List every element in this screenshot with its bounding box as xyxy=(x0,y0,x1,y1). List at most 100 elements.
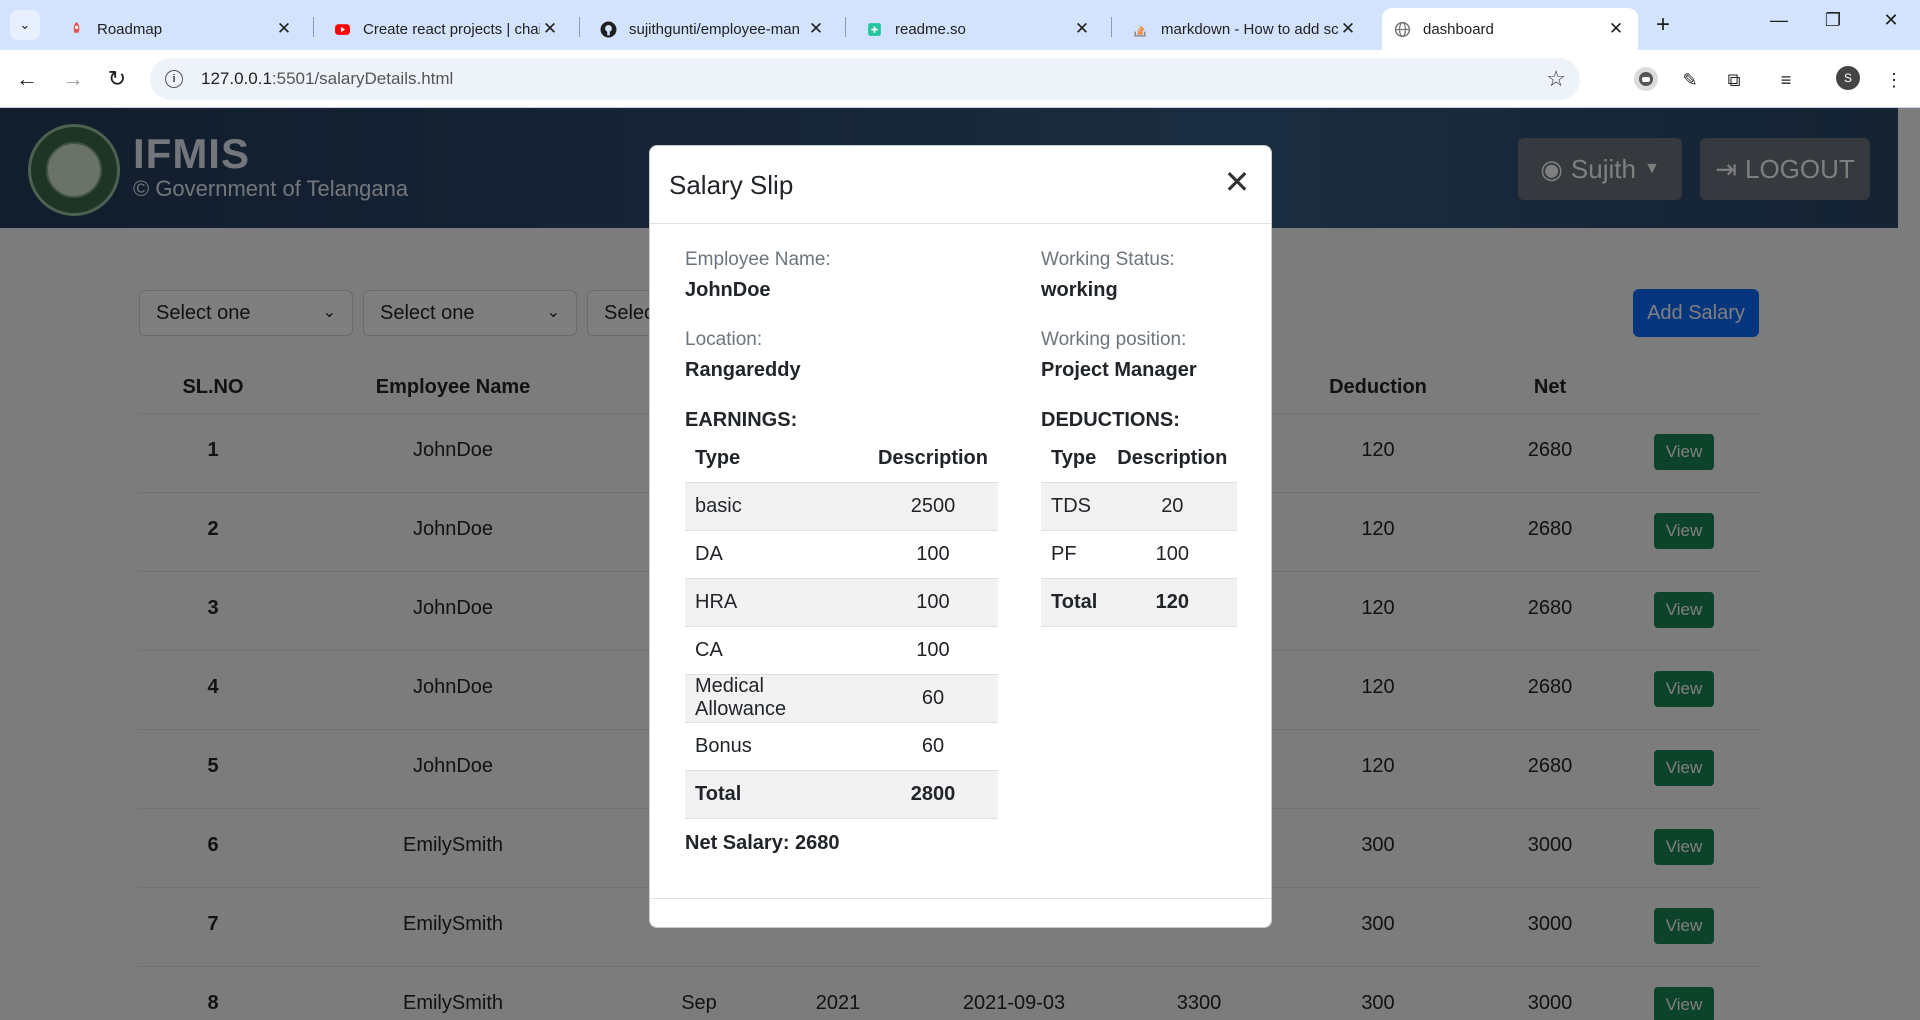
slip-total-amount: 2800 xyxy=(867,770,998,819)
plus-icon: + xyxy=(1655,11,1670,38)
slip-amount: 2500 xyxy=(867,482,998,531)
slip-amount: 20 xyxy=(1107,482,1238,531)
tab-title: Create react projects | chai xyxy=(363,20,540,38)
working-status-label: Working Status: xyxy=(1041,249,1175,270)
close-icon[interactable]: ✕ xyxy=(274,19,294,39)
tab-stackoverflow[interactable]: markdown - How to add sc ✕ xyxy=(1120,8,1370,50)
tab-divider xyxy=(845,17,846,37)
tab-github[interactable]: sujithgunti/employee-man ✕ xyxy=(588,8,838,50)
slip-amount: 60 xyxy=(867,674,998,723)
slip-amount: 100 xyxy=(867,626,998,675)
arrow-right-icon: → xyxy=(62,66,84,91)
working-position-value: Project Manager xyxy=(1041,359,1197,381)
browser-toolbar: ← → ↻ i 127.0.0.1:5501/salaryDetails.htm… xyxy=(0,50,1920,108)
col-type: Type xyxy=(685,436,868,483)
deductions-table: Type Description TDS 20 PF 100 Total 120 xyxy=(1041,436,1238,627)
salary-slip-modal: Salary Slip ✕ Employee Name: JohnDoe Wor… xyxy=(649,145,1272,928)
tab-youtube[interactable]: Create react projects | chai ✕ xyxy=(322,8,572,50)
tab-title: dashboard xyxy=(1423,20,1494,38)
close-icon[interactable]: ✕ xyxy=(1606,19,1626,39)
slip-row: CA 100 xyxy=(685,626,998,675)
bookmark-star-icon[interactable]: ☆ xyxy=(1546,66,1566,92)
col-description: Description xyxy=(867,436,998,483)
location-label: Location: xyxy=(685,329,763,350)
tab-title: sujithgunti/employee-man xyxy=(629,20,800,38)
tab-title: readme.so xyxy=(895,20,966,38)
stackoverflow-icon xyxy=(1134,25,1146,37)
working-status-value: working xyxy=(1041,279,1118,301)
slip-amount: 100 xyxy=(1107,530,1238,579)
tab-divider xyxy=(579,17,580,37)
minimize-button[interactable]: — xyxy=(1764,10,1794,31)
earnings-body: basic 2500 DA 100 HRA 100 CA 100 Medical Allowan… xyxy=(685,482,998,819)
tab-title: markdown - How to add sc xyxy=(1161,20,1338,38)
github-icon xyxy=(600,21,617,37)
modal-footer-divider xyxy=(650,898,1271,899)
close-icon[interactable]: ✕ xyxy=(540,19,560,39)
slip-total-amount: 120 xyxy=(1107,578,1238,627)
media-queue-icon[interactable]: ≡ xyxy=(1772,66,1800,94)
globe-icon xyxy=(1394,21,1411,37)
col-type: Type xyxy=(1041,436,1108,483)
working-position-label: Working position: xyxy=(1041,329,1187,350)
address-bar[interactable]: i 127.0.0.1:5501/salaryDetails.html ☆ xyxy=(150,58,1580,100)
slip-type: HRA xyxy=(685,578,868,627)
earnings-table: Type Description basic 2500 DA 100 HRA 100 CA 1… xyxy=(685,436,998,819)
slip-row: PF 100 xyxy=(1041,530,1238,579)
slip-row: HRA 100 xyxy=(685,578,998,627)
slip-type: TDS xyxy=(1041,482,1108,531)
close-icon[interactable]: ✕ xyxy=(1072,19,1092,39)
tab-dashboard[interactable]: dashboard ✕ xyxy=(1382,8,1638,50)
modal-header: Salary Slip ✕ xyxy=(650,146,1271,224)
chevron-down-icon: ⌄ xyxy=(19,17,31,32)
restore-button[interactable]: ❐ xyxy=(1818,10,1848,31)
slip-total-label: Total xyxy=(685,770,868,819)
col-description: Description xyxy=(1107,436,1238,483)
net-salary: Net Salary: 2680 xyxy=(685,832,840,854)
tab-title: Roadmap xyxy=(97,20,163,38)
slip-total-row: Total 2800 xyxy=(685,770,998,819)
slip-amount: 100 xyxy=(867,578,998,627)
new-tab-button[interactable]: + xyxy=(1650,12,1676,38)
extension-icon[interactable] xyxy=(1632,66,1660,94)
puzzle-extensions-icon[interactable]: ⧉ xyxy=(1720,66,1748,94)
slip-type: basic xyxy=(685,482,868,531)
deductions-title: DEDUCTIONS: xyxy=(1041,409,1180,431)
employee-name-label: Employee Name: xyxy=(685,249,831,270)
profile-avatar[interactable]: S xyxy=(1836,66,1860,90)
slip-type: Medical Allowance xyxy=(685,674,868,723)
tab-readme[interactable]: readme.so ✕ xyxy=(854,8,1104,50)
back-button[interactable]: ← xyxy=(12,64,42,94)
readme-icon xyxy=(868,22,881,36)
slip-total-row: Total 120 xyxy=(1041,578,1238,627)
modal-title: Salary Slip xyxy=(669,170,794,200)
tab-roadmap[interactable]: Roadmap ✕ xyxy=(56,8,306,50)
deductions-header-row: Type Description xyxy=(1041,436,1238,483)
close-icon[interactable]: ✕ xyxy=(806,19,826,39)
slip-type: CA xyxy=(685,626,868,675)
close-window-button[interactable]: ✕ xyxy=(1876,10,1906,31)
reload-button[interactable]: ↻ xyxy=(102,64,132,94)
tab-search-button[interactable]: ⌄ xyxy=(10,10,40,40)
tab-divider xyxy=(1111,17,1112,37)
close-icon: ✕ xyxy=(1223,164,1251,200)
slip-row: TDS 20 xyxy=(1041,482,1238,531)
copilot-extension-icon xyxy=(1634,67,1658,91)
earnings-title: EARNINGS: xyxy=(685,409,798,431)
slip-total-label: Total xyxy=(1041,578,1108,627)
pen-extension-icon[interactable]: ✎ xyxy=(1676,66,1704,94)
slip-type: Bonus xyxy=(685,722,868,771)
close-modal-button[interactable]: ✕ xyxy=(1219,164,1255,200)
reload-icon: ↻ xyxy=(107,66,127,91)
more-menu-icon[interactable]: ⋮ xyxy=(1880,66,1908,94)
url-path: :5501/salaryDetails.html xyxy=(271,69,454,88)
slip-row: basic 2500 xyxy=(685,482,998,531)
tab-strip: ⌄ Roadmap ✕ Create react projects | chai… xyxy=(0,0,1920,50)
url-host: 127.0.0.1 xyxy=(201,69,272,88)
site-info-icon[interactable]: i xyxy=(165,70,183,88)
slip-row: Bonus 60 xyxy=(685,722,998,771)
url-text[interactable]: 127.0.0.1:5501/salaryDetails.html xyxy=(201,69,453,89)
forward-button[interactable]: → xyxy=(58,64,88,94)
location-value: Rangareddy xyxy=(685,359,801,381)
close-icon[interactable]: ✕ xyxy=(1338,19,1358,39)
